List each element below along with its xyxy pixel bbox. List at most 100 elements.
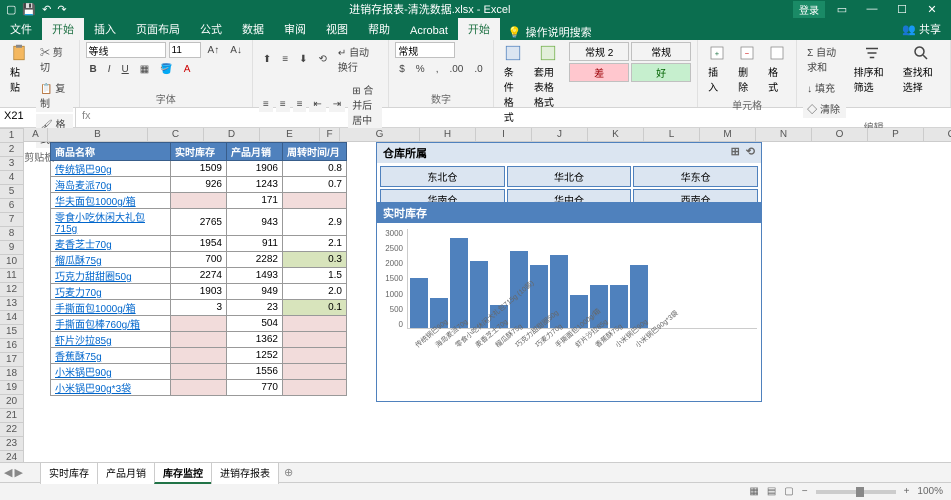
table-row[interactable]: 巧麦力70g19039492.0 [51, 284, 347, 300]
table-row[interactable]: 麦香芝士70g19549112.1 [51, 236, 347, 252]
col-header[interactable]: O [812, 128, 868, 141]
row-header[interactable]: 13 [0, 297, 23, 311]
col-header[interactable]: H [420, 128, 476, 141]
align-middle-icon[interactable]: ≡ [278, 52, 292, 67]
zoom-slider[interactable] [816, 490, 896, 494]
row-header[interactable]: 17 [0, 353, 23, 367]
col-header[interactable]: A [24, 128, 48, 141]
multiselect-icon[interactable]: ⊞ [731, 145, 740, 161]
col-header[interactable]: I [476, 128, 532, 141]
decrease-decimal-icon[interactable]: .0 [470, 62, 486, 77]
row-header[interactable]: 5 [0, 185, 23, 199]
comma-icon[interactable]: , [432, 62, 443, 77]
col-header[interactable]: E [260, 128, 320, 141]
number-format-select[interactable] [395, 42, 455, 58]
table-format-button[interactable]: 套用表格格式 [530, 42, 565, 111]
row-header[interactable]: 19 [0, 381, 23, 395]
font-color-button[interactable]: A [180, 62, 195, 77]
zoom-in-icon[interactable]: + [904, 486, 910, 497]
currency-icon[interactable]: $ [395, 62, 409, 77]
autosave-icon[interactable]: ▢ [6, 3, 16, 16]
italic-button[interactable]: I [104, 62, 115, 77]
row-header[interactable]: 11 [0, 269, 23, 283]
row-header[interactable]: 20 [0, 395, 23, 409]
row-header[interactable]: 21 [0, 409, 23, 423]
view-normal-icon[interactable]: ▦ [749, 486, 758, 497]
table-row[interactable]: 虾片沙拉85g1362 [51, 332, 347, 348]
row-header[interactable]: 8 [0, 227, 23, 241]
percent-icon[interactable]: % [412, 62, 429, 77]
clear-filter-icon[interactable]: ⟲ [746, 145, 755, 161]
paste-button[interactable]: 粘贴 [6, 42, 32, 96]
zoom-out-icon[interactable]: − [802, 486, 808, 497]
col-header[interactable]: J [532, 128, 588, 141]
col-header[interactable]: L [644, 128, 700, 141]
row-header[interactable]: 23 [0, 437, 23, 451]
menutab-1[interactable]: 插入 [84, 18, 126, 40]
row-header[interactable]: 22 [0, 423, 23, 437]
table-row[interactable]: 传统锅巴90g150919060.8 [51, 161, 347, 177]
tab-file[interactable]: 文件 [0, 18, 42, 40]
sheet-tab[interactable]: 实时库存 [40, 462, 98, 484]
view-layout-icon[interactable]: ▤ [767, 486, 776, 497]
slicer-item[interactable]: 东北仓 [380, 166, 505, 187]
style-normal[interactable]: 常规 [631, 42, 691, 61]
sheet-next-icon[interactable]: ▶ [14, 466, 22, 479]
tab-开始[interactable]: 开始 [458, 18, 500, 40]
row-header[interactable]: 3 [0, 157, 23, 171]
delete-cells-button[interactable]: −删除 [734, 42, 760, 96]
font-name-select[interactable] [86, 42, 166, 58]
name-box[interactable]: X21 [0, 108, 76, 127]
menutab-6[interactable]: 视图 [316, 18, 358, 40]
copy-button[interactable]: 📋 复制 [36, 78, 73, 112]
sheet-tab[interactable]: 进销存报表 [211, 462, 279, 484]
col-header[interactable]: D [204, 128, 260, 141]
fill-color-button[interactable]: 🪣 [156, 62, 176, 77]
bold-button[interactable]: B [86, 62, 101, 77]
table-row[interactable]: 零食小吃休闲大礼包715g27659432.9 [51, 209, 347, 236]
chart-bar[interactable] [410, 278, 428, 328]
sheet-tab[interactable]: 库存监控 [154, 462, 212, 484]
table-row[interactable]: 榴瓜酥75g70022820.3 [51, 252, 347, 268]
menutab-8[interactable]: Acrobat [400, 22, 458, 40]
redo-icon[interactable]: ↷ [57, 3, 66, 16]
chart-bar[interactable] [450, 238, 468, 328]
tell-me[interactable]: 💡 操作说明搜索 [508, 24, 592, 40]
col-header[interactable]: G [340, 128, 420, 141]
undo-icon[interactable]: ↶ [42, 3, 51, 16]
col-header[interactable]: N [756, 128, 812, 141]
align-bottom-icon[interactable]: ⬇ [295, 52, 311, 67]
col-header[interactable]: C [148, 128, 204, 141]
new-sheet-icon[interactable]: ⊕ [278, 466, 299, 479]
menutab-4[interactable]: 数据 [232, 18, 274, 40]
cut-button[interactable]: ✂ 剪切 [36, 42, 73, 76]
share-button[interactable]: 👥 共享 [892, 18, 951, 40]
col-header[interactable]: B [48, 128, 148, 141]
sort-filter-button[interactable]: 排序和筛选 [850, 42, 895, 96]
slicer-item[interactable]: 华东仓 [633, 166, 758, 187]
orientation-icon[interactable]: ⟲ [315, 52, 331, 67]
sheet-tab[interactable]: 产品月销 [97, 462, 155, 484]
fx-icon[interactable]: fx [76, 108, 97, 127]
zoom-level[interactable]: 100% [917, 486, 943, 497]
table-row[interactable]: 华夫面包1000g/箱171 [51, 193, 347, 209]
login-button[interactable]: 登录 [793, 1, 825, 18]
table-row[interactable]: 手撕面包1000g/箱3230.1 [51, 300, 347, 316]
sheet-prev-icon[interactable]: ◀ [4, 466, 12, 479]
col-header[interactable]: P [868, 128, 924, 141]
col-header[interactable]: K [588, 128, 644, 141]
table-row[interactable]: 海岛麦派70g92612430.7 [51, 177, 347, 193]
formula-input[interactable] [97, 108, 951, 127]
menutab-0[interactable]: 开始 [42, 18, 84, 40]
row-header[interactable]: 7 [0, 213, 23, 227]
format-cells-button[interactable]: 格式 [764, 42, 790, 96]
ribbon-options-icon[interactable]: ▭ [829, 3, 855, 16]
table-row[interactable]: 小米锅巴90g1556 [51, 364, 347, 380]
table-row[interactable]: 香蕉酥75g1252 [51, 348, 347, 364]
insert-cells-button[interactable]: +插入 [704, 42, 730, 96]
fill-button[interactable]: ↓ 填充 [803, 78, 845, 97]
style-bad[interactable]: 差 [569, 63, 629, 82]
increase-font-icon[interactable]: A↑ [204, 43, 224, 58]
minimize-icon[interactable]: — [859, 3, 885, 15]
slicer-item[interactable]: 华北仓 [507, 166, 632, 187]
